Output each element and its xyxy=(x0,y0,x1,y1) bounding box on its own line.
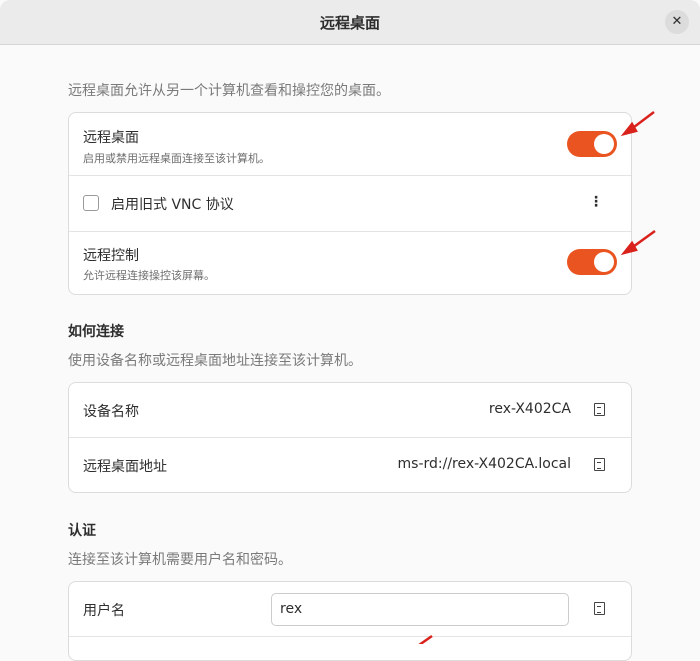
auth-card: 用户名 rex xyxy=(68,581,632,661)
remote-desktop-row: 远程桌面 启用或禁用远程桌面连接至该计算机。 xyxy=(69,113,631,176)
remote-desktop-sublabel: 启用或禁用远程桌面连接至该计算机。 xyxy=(83,152,270,165)
address-label: 远程桌面地址 xyxy=(83,459,167,475)
password-row xyxy=(69,637,631,660)
username-row: 用户名 rex xyxy=(69,582,631,637)
dialog-title: 远程桌面 xyxy=(319,14,380,32)
address-value: ms-rd://rex-X402CA.local xyxy=(397,456,571,472)
remote-control-toggle[interactable] xyxy=(567,249,617,275)
dialog-header: 远程桌面 ✕ xyxy=(0,0,700,45)
address-row: 远程桌面地址 ms-rd://rex-X402CA.local xyxy=(69,438,631,492)
copy-icon[interactable] xyxy=(594,458,605,471)
device-name-label: 设备名称 xyxy=(83,404,139,420)
remote-control-sublabel: 允许远程连接操控该屏幕。 xyxy=(83,269,215,282)
device-name-value: rex-X402CA xyxy=(488,401,571,417)
vnc-checkbox[interactable] xyxy=(83,195,99,211)
close-icon: ✕ xyxy=(671,14,683,29)
username-label: 用户名 xyxy=(83,603,125,619)
copy-icon[interactable] xyxy=(594,403,605,416)
auth-heading: 认证 xyxy=(68,523,96,539)
remote-control-label: 远程控制 xyxy=(83,248,139,264)
more-options-icon[interactable]: ⋮ xyxy=(589,194,603,210)
connect-desc: 使用设备名称或远程桌面地址连接至该计算机。 xyxy=(68,353,362,369)
close-button[interactable]: ✕ xyxy=(665,10,689,34)
connect-card: 设备名称 rex-X402CA 远程桌面地址 ms-rd://rex-X402C… xyxy=(68,382,632,493)
intro-text: 远程桌面允许从另一个计算机查看和操控您的桌面。 xyxy=(68,83,390,99)
remote-desktop-label: 远程桌面 xyxy=(83,130,139,146)
device-name-row: 设备名称 rex-X402CA xyxy=(69,383,631,438)
auth-desc: 连接至该计算机需要用户名和密码。 xyxy=(68,552,292,568)
remote-control-row: 远程控制 允许远程连接操控该屏幕。 xyxy=(69,232,631,294)
connect-heading: 如何连接 xyxy=(68,324,124,340)
remote-desktop-card: 远程桌面 启用或禁用远程桌面连接至该计算机。 启用旧式 VNC 协议 ⋮ 远程控… xyxy=(68,112,632,295)
username-input[interactable]: rex xyxy=(271,593,569,626)
vnc-row: 启用旧式 VNC 协议 ⋮ xyxy=(69,176,631,232)
copy-icon[interactable] xyxy=(594,602,605,615)
vnc-label: 启用旧式 VNC 协议 xyxy=(111,197,234,213)
remote-desktop-toggle[interactable] xyxy=(567,131,617,157)
